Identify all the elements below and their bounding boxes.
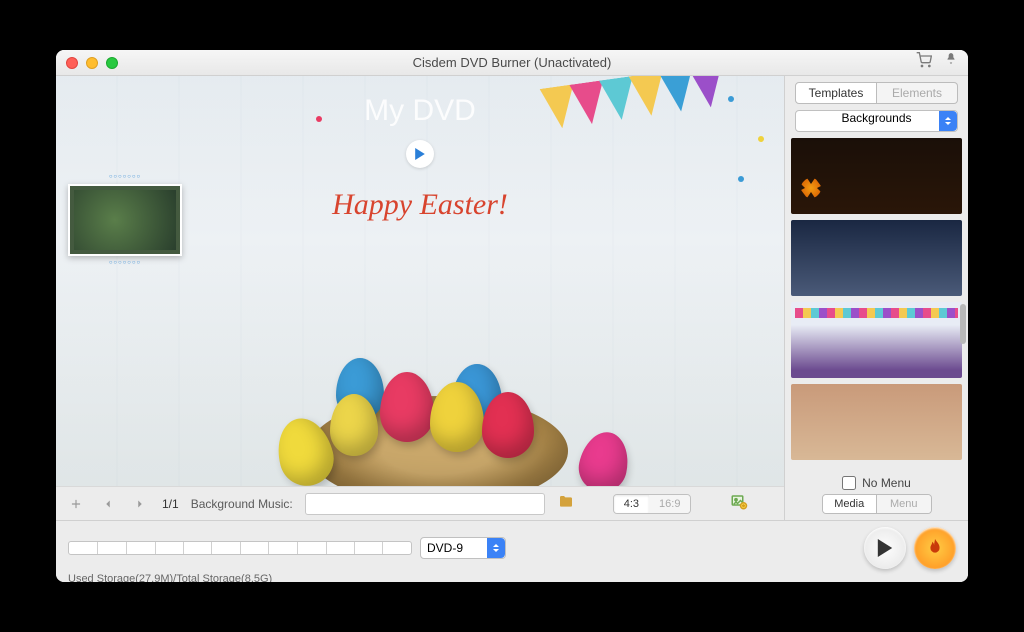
preview-play-button[interactable] xyxy=(406,140,434,168)
add-button[interactable] xyxy=(66,494,86,514)
bg-music-label: Background Music: xyxy=(191,497,293,511)
template-headline: Happy Easter! xyxy=(332,188,508,222)
minimize-window-button[interactable] xyxy=(86,57,98,69)
tab-templates[interactable]: Templates xyxy=(795,82,877,104)
app-window: Cisdem DVD Burner (Unactivated) My DVD H… xyxy=(56,50,968,582)
preview-toolbar: 1/1 Background Music: 4:3 16:9 xyxy=(56,486,784,520)
bell-icon[interactable] xyxy=(944,52,958,73)
browse-music-button[interactable] xyxy=(557,494,575,513)
play-preview-button[interactable] xyxy=(864,527,906,569)
aspect-ratio-toggle: 4:3 16:9 xyxy=(613,494,692,514)
left-pane: My DVD Happy Easter! 1/1 Background Musi… xyxy=(56,76,784,520)
close-window-button[interactable] xyxy=(66,57,78,69)
titlebar: Cisdem DVD Burner (Unactivated) xyxy=(56,50,968,76)
media-tab-button[interactable]: Media xyxy=(823,495,878,513)
category-selector-value: Backgrounds xyxy=(841,111,911,125)
content-area: My DVD Happy Easter! 1/1 Background Musi… xyxy=(56,76,968,520)
background-item[interactable] xyxy=(791,138,962,214)
sidebar-bottom: No Menu Media Menu xyxy=(785,470,968,520)
window-title: Cisdem DVD Burner (Unactivated) xyxy=(56,55,968,70)
tab-elements[interactable]: Elements xyxy=(877,82,958,104)
dropdown-arrow-icon xyxy=(487,538,505,558)
disc-type-selector[interactable]: DVD-9 xyxy=(420,537,506,559)
right-sidebar: Templates Elements Backgrounds No Me xyxy=(784,76,968,520)
scrollbar-thumb[interactable] xyxy=(960,304,966,344)
background-item[interactable] xyxy=(791,384,962,460)
disc-type-value: DVD-9 xyxy=(427,541,463,555)
traffic-lights xyxy=(66,57,118,69)
backgrounds-list[interactable] xyxy=(785,138,968,470)
next-page-button[interactable] xyxy=(130,494,150,514)
no-menu-label: No Menu xyxy=(862,476,911,490)
media-menu-toggle: Media Menu xyxy=(822,494,932,514)
image-edit-button[interactable] xyxy=(729,493,749,514)
dropdown-arrow-icon xyxy=(939,111,957,131)
background-item[interactable] xyxy=(791,220,962,296)
zoom-window-button[interactable] xyxy=(106,57,118,69)
background-item[interactable] xyxy=(791,302,962,378)
ratio-4-3-button[interactable]: 4:3 xyxy=(614,495,649,513)
storage-text: Used Storage(27.9M)/Total Storage(8.5G) xyxy=(68,573,956,582)
menu-preview[interactable]: My DVD Happy Easter! xyxy=(56,76,784,486)
no-menu-checkbox-row[interactable]: No Menu xyxy=(795,476,958,490)
bottom-bar: DVD-9 Used Storage(27.9M)/Total Storage(… xyxy=(56,520,968,582)
disc-title[interactable]: My DVD xyxy=(364,94,476,128)
bg-music-input[interactable] xyxy=(305,493,545,515)
easter-eggs-decoration xyxy=(258,281,618,486)
burn-button[interactable] xyxy=(914,527,956,569)
sidebar-tabs: Templates Elements xyxy=(785,76,968,108)
prev-page-button[interactable] xyxy=(98,494,118,514)
menu-tab-button[interactable]: Menu xyxy=(877,495,931,513)
video-thumbnail[interactable] xyxy=(68,184,182,256)
shopping-cart-icon[interactable] xyxy=(916,52,932,73)
no-menu-checkbox[interactable] xyxy=(842,476,856,490)
category-selector[interactable]: Backgrounds xyxy=(795,110,958,132)
storage-bar xyxy=(68,541,412,555)
page-indicator: 1/1 xyxy=(162,497,179,511)
ratio-16-9-button[interactable]: 16:9 xyxy=(649,495,690,513)
